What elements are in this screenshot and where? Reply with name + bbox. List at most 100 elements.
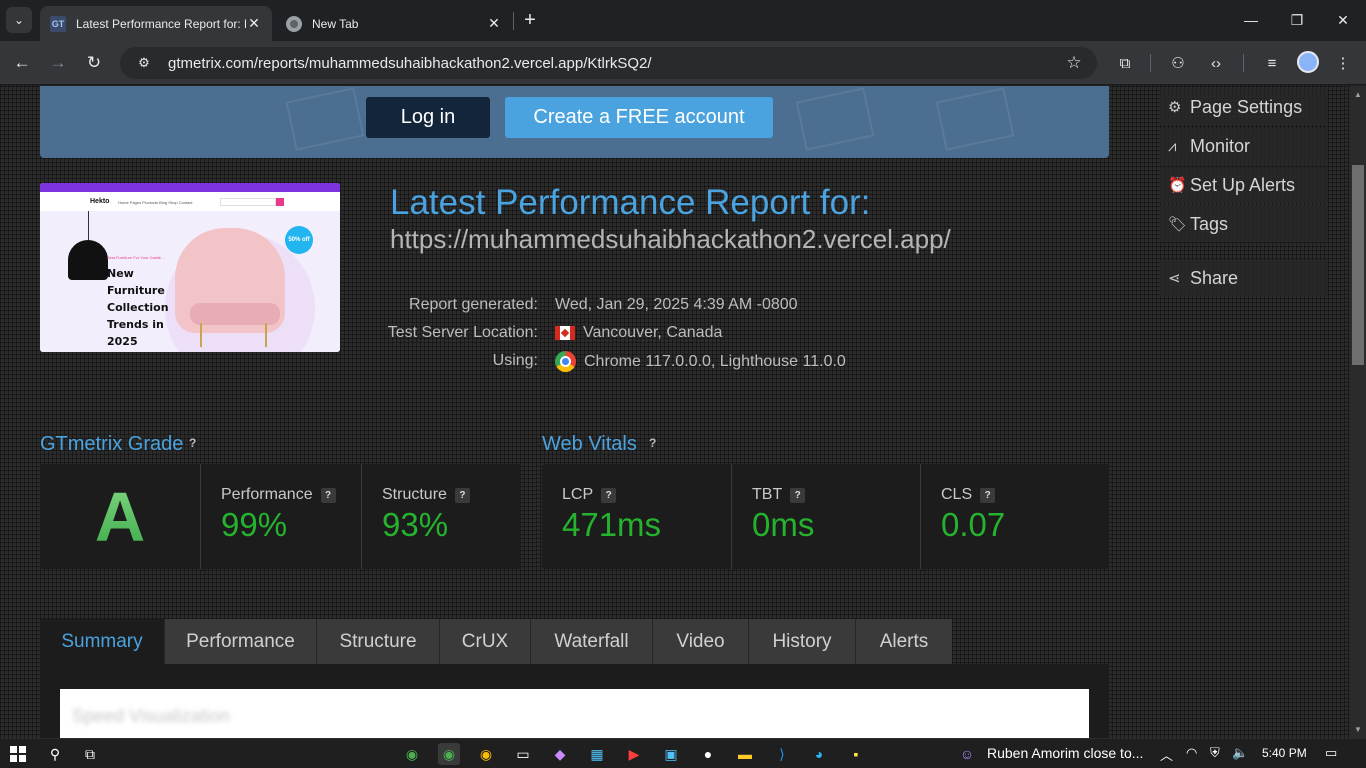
login-button[interactable]: Log in (366, 97, 490, 138)
restore-icon[interactable]: ❐ (1282, 8, 1312, 32)
task-view-icon[interactable]: ⧉ (79, 743, 101, 765)
close-icon[interactable]: ✕ (486, 15, 502, 32)
chevron-up-icon[interactable]: ︿ (1160, 745, 1173, 764)
tab-summary[interactable]: Summary (40, 619, 165, 664)
tab-divider (513, 12, 514, 30)
menu-icon[interactable]: ⋮ (1330, 50, 1356, 76)
forward-icon[interactable]: → (44, 49, 72, 77)
scroll-down-icon[interactable]: ▼ (1352, 725, 1364, 735)
devtools-icon[interactable]: ‹› (1203, 50, 1229, 76)
copilot-icon[interactable]: ◆ (549, 743, 571, 765)
thumb-nav-links: Home Pages Products Blog Shop Contact (118, 200, 193, 205)
vscode-icon[interactable]: ⟩ (771, 743, 793, 765)
extensions-icon[interactable]: ⧉ (1112, 50, 1138, 76)
tab-alerts[interactable]: Alerts (856, 619, 952, 664)
profile-avatar[interactable] (1297, 51, 1319, 73)
create-account-button[interactable]: Create a FREE account (505, 97, 773, 138)
page-content: Log in Create a FREE account ⚙ Page Sett… (0, 86, 1350, 738)
performance-label: Performance? (221, 486, 336, 504)
tab-report[interactable]: GT Latest Performance Report for: h ✕ (40, 6, 272, 41)
windows-start-icon[interactable] (10, 746, 26, 762)
site-info-icon[interactable]: ⚙ (132, 55, 156, 71)
help-icon[interactable]: ? (980, 487, 996, 503)
window-close-icon[interactable]: ✕ (1328, 8, 1358, 32)
sidebar-item-monitor[interactable]: ⩘ Monitor (1160, 128, 1328, 164)
help-icon[interactable]: ? (189, 436, 196, 450)
edge-icon[interactable]: ◕ (808, 743, 830, 765)
tab-structure[interactable]: Structure (317, 619, 440, 664)
performance-value: 99% (221, 506, 288, 543)
tab-waterfall[interactable]: Waterfall (531, 619, 653, 664)
sidebar-item-alerts[interactable]: ⏰ Set Up Alerts (1160, 167, 1328, 203)
cls-cell: CLS? 0.07 (920, 464, 1109, 569)
toolbar-divider (1243, 54, 1244, 72)
news-avatar-icon[interactable]: ☺ (956, 743, 978, 765)
sidebar-item-share[interactable]: ⋖ Share (1160, 260, 1328, 296)
sidebar-item-label: Monitor (1190, 135, 1251, 156)
url-text[interactable]: gtmetrix.com/reports/muhammedsuhaibhacka… (168, 55, 1059, 72)
sidebar-item-tags[interactable]: 🏷 Tags (1160, 206, 1328, 242)
app-icon[interactable]: ▣ (660, 743, 682, 765)
chrome-icon[interactable]: ◉ (475, 743, 497, 765)
wifi-icon[interactable]: ◠ (1186, 745, 1197, 761)
close-icon[interactable]: ✕ (246, 15, 262, 32)
structure-value: 93% (382, 506, 449, 543)
performance-label-text: Performance (221, 486, 313, 503)
chrome-icon[interactable]: ◉ (438, 743, 460, 765)
sidebar-item-page-settings[interactable]: ⚙ Page Settings (1160, 89, 1328, 125)
help-icon[interactable]: ? (649, 436, 656, 450)
cls-value: 0.07 (941, 506, 1006, 543)
shield-icon[interactable]: ⛨ (1210, 745, 1220, 761)
thumb-heading: New Furniture Collection Trends in 2025 (107, 267, 169, 348)
thumb-topbar (40, 183, 340, 192)
notification-icon[interactable]: ▭ (1325, 745, 1337, 761)
back-icon[interactable]: ← (8, 49, 36, 77)
tab-new-tab[interactable]: New Tab ✕ (276, 6, 512, 41)
bookmark-star-icon[interactable]: ☆ (1059, 53, 1089, 73)
chair-leg (200, 323, 202, 347)
youtube-icon[interactable]: ▶ (623, 743, 645, 765)
lcp-value: 471ms (562, 506, 662, 543)
github-icon[interactable]: ● (697, 743, 719, 765)
lamp-cord (88, 211, 89, 241)
canada-flag-icon (555, 326, 575, 340)
help-icon[interactable]: ? (790, 487, 806, 503)
file-explorer-icon[interactable]: ▬ (734, 743, 756, 765)
share-icon: ⋖ (1168, 270, 1181, 287)
scrollbar-thumb[interactable] (1352, 165, 1364, 365)
store-icon[interactable]: ▦ (586, 743, 608, 765)
signup-banner: Log in Create a FREE account (40, 86, 1109, 158)
media-icon[interactable]: ≡ (1259, 50, 1285, 76)
clock[interactable]: 5:40 PM (1262, 746, 1307, 760)
sidebar-item-label: Page Settings (1190, 96, 1303, 117)
terminal-icon[interactable]: ▭ (512, 743, 534, 765)
reload-icon[interactable]: ↻ (80, 49, 108, 77)
chrome-icon[interactable]: ◉ (401, 743, 423, 765)
minimize-icon[interactable]: — (1236, 8, 1266, 32)
tab-search-button[interactable]: ⌄ (6, 7, 32, 33)
chair-seat (190, 303, 280, 325)
sticky-notes-icon[interactable]: ▪ (845, 743, 867, 765)
scroll-up-icon[interactable]: ▲ (1352, 90, 1364, 100)
tab-video[interactable]: Video (653, 619, 749, 664)
tab-crux[interactable]: CrUX (440, 619, 531, 664)
news-headline[interactable]: Ruben Amorim close to... (987, 745, 1143, 761)
search-icon[interactable]: ⚲ (44, 743, 66, 765)
sidebar-item-label: Share (1190, 267, 1239, 288)
volume-icon[interactable]: 🔈 (1232, 745, 1248, 761)
banner-decoration (795, 87, 875, 151)
lcp-cell: LCP? 471ms (542, 464, 731, 569)
generated-text: Wed, Jan 29, 2025 4:39 AM -0800 (555, 296, 798, 313)
tab-performance[interactable]: Performance (165, 619, 317, 664)
help-icon[interactable]: ? (454, 487, 470, 503)
page-screenshot-thumbnail[interactable]: Hekto Home Pages Products Blog Shop Cont… (40, 183, 340, 352)
help-icon[interactable]: ? (601, 487, 617, 503)
address-bar[interactable]: ⚙ gtmetrix.com/reports/muhammedsuhaibhac… (120, 47, 1097, 79)
structure-cell: Structure? 93% (361, 464, 521, 569)
new-tab-button[interactable]: + (518, 8, 542, 32)
tab-history[interactable]: History (749, 619, 856, 664)
report-url[interactable]: https://muhammedsuhaibhackathon2.vercel.… (390, 224, 951, 255)
help-icon[interactable]: ? (320, 487, 336, 503)
tab-title: New Tab (312, 16, 359, 31)
incognito-icon[interactable]: ⚇ (1165, 50, 1191, 76)
